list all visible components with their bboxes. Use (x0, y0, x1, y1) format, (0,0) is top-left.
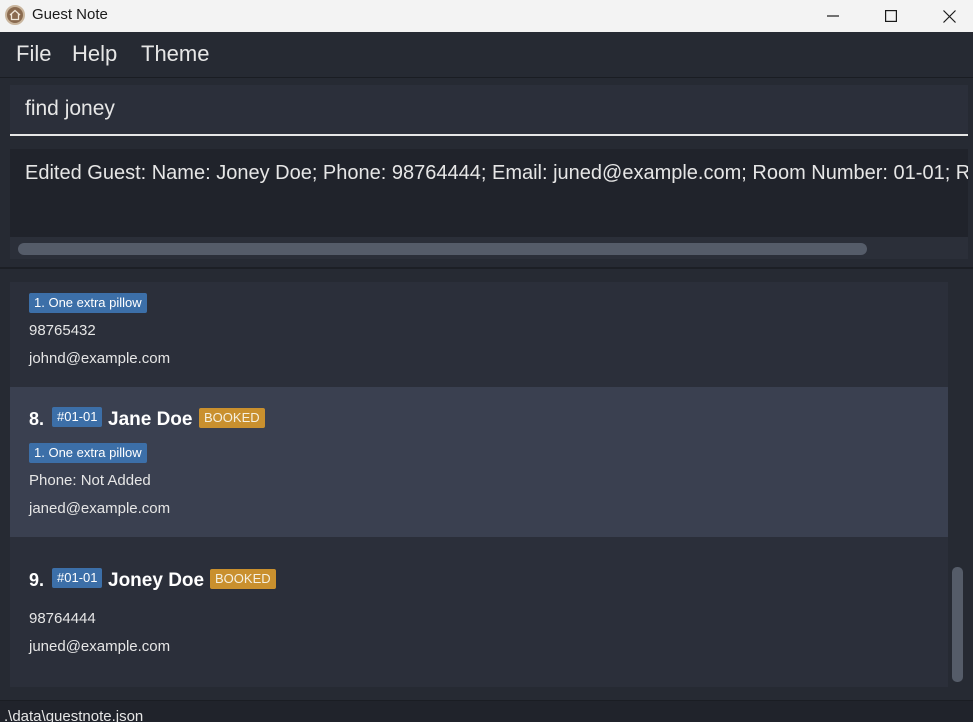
list-item[interactable]: 9. #01-01 Joney Doe BOOKED 98764444 june… (10, 537, 948, 687)
guest-index: 9. (29, 570, 45, 590)
status-badge: BOOKED (210, 569, 276, 589)
request-tag: 1. One extra pillow (29, 443, 147, 463)
menu-theme[interactable]: Theme (141, 41, 209, 67)
close-button[interactable] (920, 0, 973, 32)
window-title: Guest Note (32, 6, 108, 23)
menu-help[interactable]: Help (72, 41, 117, 67)
list-item[interactable]: 1. One extra pillow 98765432 johnd@examp… (10, 282, 948, 387)
result-message: Edited Guest: Name: Joney Doe; Phone: 98… (25, 162, 968, 184)
guest-email: juned@example.com (29, 638, 171, 655)
maximize-icon (885, 10, 897, 22)
guest-name: Joney Doe (108, 570, 205, 591)
status-badge: BOOKED (199, 408, 265, 428)
guest-index: 8. (29, 409, 45, 429)
guest-phone: Phone: Not Added (29, 472, 151, 489)
vertical-scrollbar[interactable] (948, 282, 968, 687)
status-bar: .\data\guestnote.json (0, 700, 973, 722)
request-tag: 1. One extra pillow (29, 293, 147, 313)
menu-file[interactable]: File (16, 41, 51, 67)
horizontal-scrollbar-thumb[interactable] (18, 243, 867, 255)
guest-phone: 98764444 (29, 610, 96, 627)
room-tag: #01-01 (52, 568, 103, 588)
guest-phone: 98765432 (29, 322, 96, 339)
house-icon (5, 5, 25, 25)
divider (0, 267, 973, 269)
result-display[interactable]: Edited Guest: Name: Joney Doe; Phone: 98… (10, 149, 968, 259)
menu-bar: File Help Theme (0, 32, 973, 78)
close-icon (942, 9, 956, 23)
room-tag: #01-01 (52, 407, 103, 427)
command-input-value: find joney (25, 97, 115, 120)
guest-name: Jane Doe (108, 409, 193, 430)
guest-email: johnd@example.com (29, 350, 171, 367)
guest-list[interactable]: 1. One extra pillow 98765432 johnd@examp… (10, 282, 948, 687)
vertical-scrollbar-thumb[interactable] (952, 567, 963, 682)
horizontal-scrollbar[interactable] (10, 237, 968, 259)
guest-email: janed@example.com (29, 500, 171, 517)
maximize-button[interactable] (862, 0, 920, 32)
command-input[interactable]: find joney (10, 85, 968, 136)
minimize-icon (827, 15, 839, 17)
data-file-path: .\data\guestnote.json (4, 708, 144, 722)
title-bar[interactable]: Guest Note (0, 0, 973, 32)
minimize-button[interactable] (804, 0, 862, 32)
list-item[interactable]: 8. #01-01 Jane Doe BOOKED 1. One extra p… (10, 387, 948, 537)
